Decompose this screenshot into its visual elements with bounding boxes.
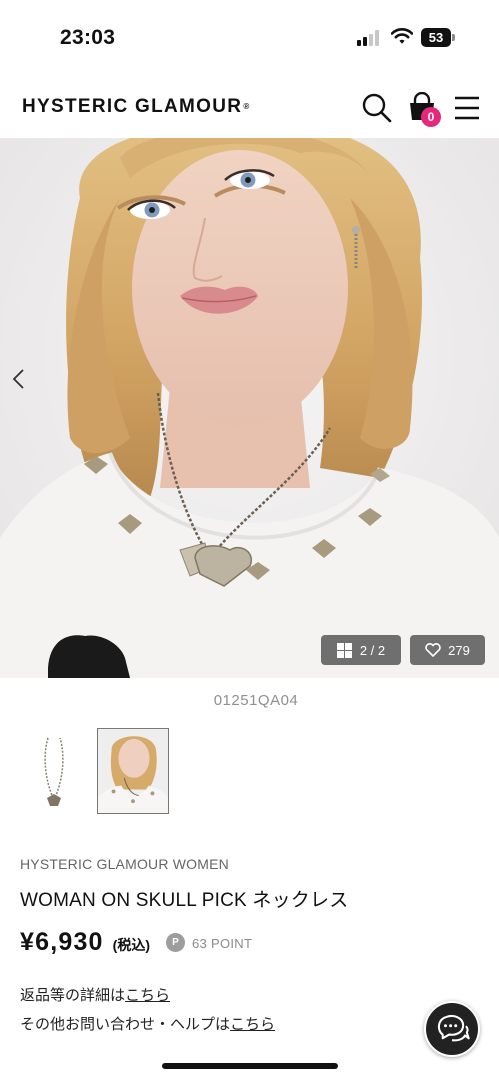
image-counter-text: 2 / 2 [359, 642, 386, 658]
cellular-signal-icon [357, 30, 383, 46]
product-title: WOMAN ON SKULL PICK ネックレス [20, 890, 349, 911]
brand-logo[interactable]: HYSTERIC GLAMOUR® [22, 96, 251, 118]
price-row: ¥6,930 (税込) P 63 POINT [20, 926, 252, 958]
returns-info-text: 返品等の詳細は [20, 987, 126, 1004]
status-time: 23:03 [60, 26, 116, 49]
product-points: 63 POINT [192, 935, 253, 951]
chat-bubble-icon[interactable] [424, 1001, 480, 1057]
favorite-count: 279 [448, 642, 470, 658]
cart-count-badge: 0 [421, 107, 441, 127]
product-main-image[interactable] [0, 138, 499, 678]
help-info: その他お問い合わせ・ヘルプはこちら [20, 1013, 275, 1034]
returns-info: 返品等の詳細はこちら [20, 984, 170, 1005]
thumbnail-model[interactable] [97, 728, 169, 814]
returns-link[interactable]: こちら [125, 987, 170, 1004]
product-brand: HYSTERIC GLAMOUR WOMEN [20, 856, 229, 872]
wifi-icon [391, 28, 413, 44]
heart-icon [425, 643, 441, 657]
hamburger-menu-icon[interactable] [452, 92, 484, 124]
grid-icon [336, 642, 352, 658]
thumbnail-necklace[interactable] [18, 728, 90, 814]
registered-mark: ® [243, 102, 251, 112]
chevron-left-icon[interactable] [8, 364, 30, 394]
search-icon[interactable] [361, 92, 393, 124]
help-info-text: その他お問い合わせ・ヘルプは [20, 1016, 231, 1033]
point-icon: P [166, 932, 185, 952]
product-sku: 01251QA04 [213, 692, 299, 709]
tax-label: (税込) [112, 937, 150, 953]
brand-logo-text: HYSTERIC GLAMOUR [22, 96, 243, 117]
favorite-button[interactable]: 279 [410, 635, 485, 665]
battery-icon: 53 [421, 28, 455, 47]
status-bar: 23:03 53 [0, 0, 499, 80]
battery-level: 53 [421, 28, 451, 47]
image-counter[interactable]: 2 / 2 [321, 635, 401, 665]
help-link[interactable]: こちら [230, 1016, 275, 1033]
product-price: ¥6,930 [20, 927, 104, 956]
home-indicator [162, 1063, 338, 1069]
